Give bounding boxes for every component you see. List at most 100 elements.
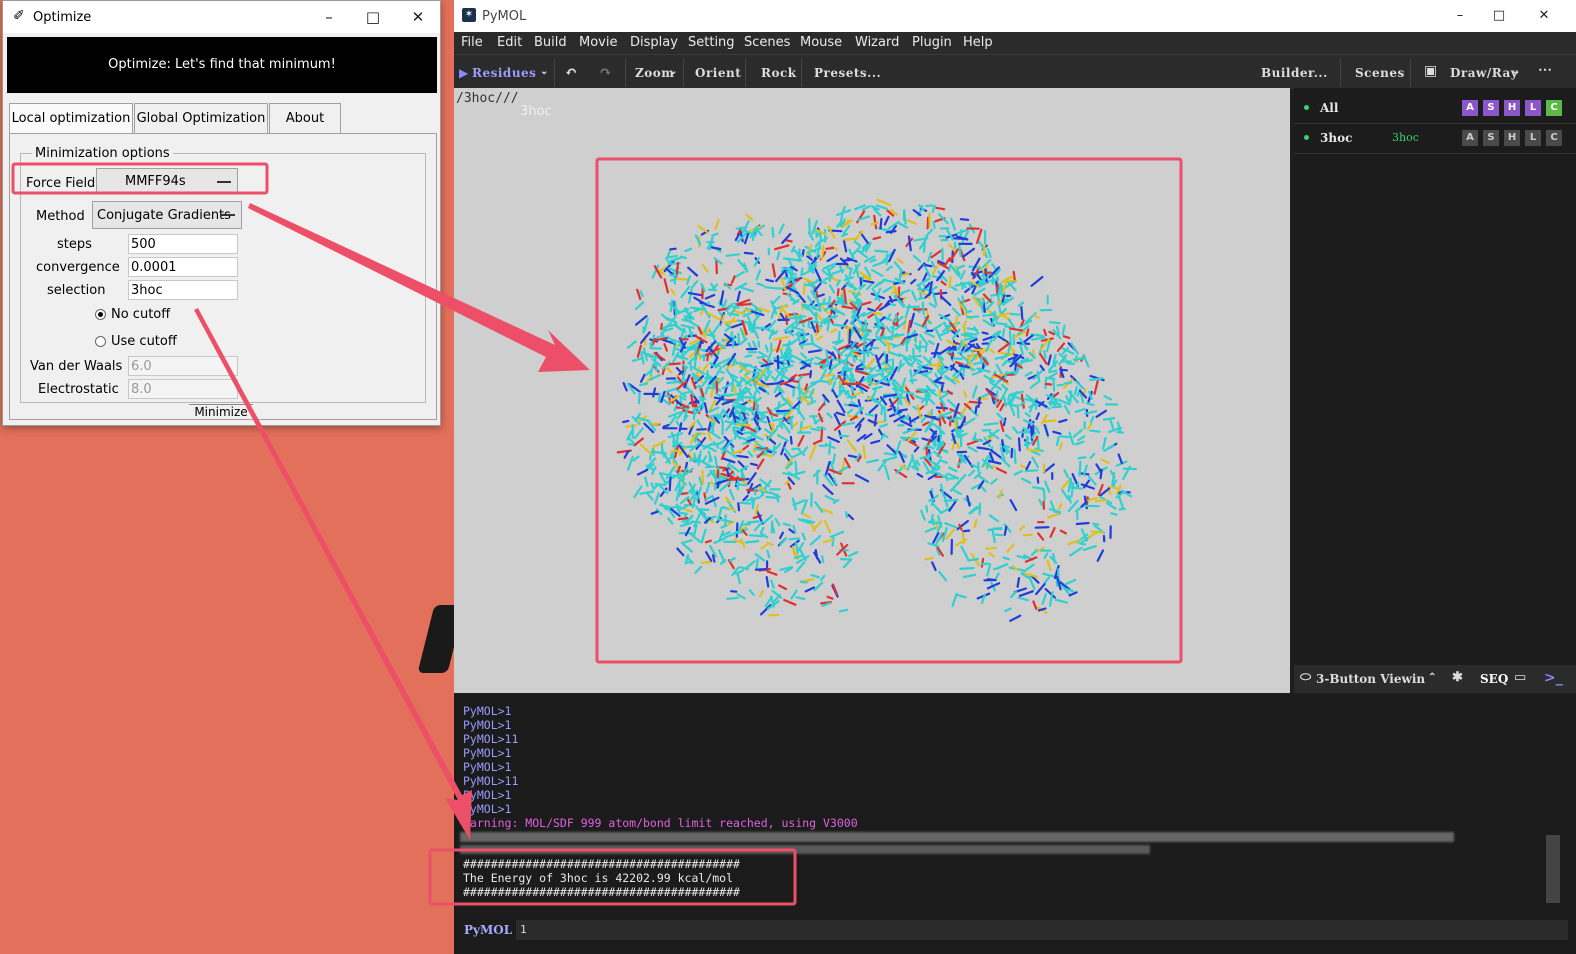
object-name[interactable]: 3hoc bbox=[1320, 131, 1352, 145]
mouse-mode-button[interactable]: 3-Button Viewin bbox=[1316, 672, 1425, 686]
minimize-window-icon[interactable]: – bbox=[1440, 4, 1480, 28]
menu-help[interactable]: Help bbox=[963, 35, 993, 50]
electrostatic-input[interactable]: 8.0 bbox=[128, 379, 238, 399]
undo-icon[interactable]: ↶ bbox=[565, 63, 578, 81]
bond-stick bbox=[832, 323, 847, 328]
enabled-indicator[interactable] bbox=[1304, 105, 1309, 110]
bond-stick bbox=[870, 268, 884, 277]
menu-wizard[interactable]: Wizard bbox=[855, 35, 899, 50]
method-dropdown[interactable]: Conjugate Gradients bbox=[92, 201, 242, 229]
console-scrollbar[interactable] bbox=[1546, 835, 1560, 903]
camera-icon[interactable]: ▣ bbox=[1424, 63, 1438, 79]
menu-build[interactable]: Build bbox=[534, 35, 567, 50]
menu-plugin[interactable]: Plugin bbox=[912, 35, 952, 50]
bond-stick bbox=[791, 452, 802, 459]
magic-wand-icon[interactable]: ✱ bbox=[1452, 670, 1463, 685]
chevron-down-icon[interactable]: ⌄ bbox=[540, 66, 549, 77]
close-window-icon[interactable]: ✕ bbox=[398, 5, 438, 29]
console-output: PyMOL>1 PyMOL>1 PyMOL>11 PyMOL>1 PyMOL>1… bbox=[454, 695, 1576, 917]
bond-stick bbox=[851, 347, 861, 353]
selection-input[interactable]: 3hoc bbox=[128, 280, 238, 300]
selection-mode-button[interactable]: Residues bbox=[472, 66, 536, 80]
menu-movie[interactable]: Movie bbox=[579, 35, 617, 50]
chevron-up-icon[interactable]: ⌃ bbox=[1428, 672, 1436, 683]
bond-stick bbox=[642, 347, 648, 362]
no-cutoff-radio[interactable] bbox=[95, 309, 106, 320]
menu-file[interactable]: File bbox=[461, 35, 483, 50]
seq-button[interactable]: SEQ bbox=[1480, 672, 1508, 686]
bond-stick bbox=[773, 336, 789, 341]
force-field-dropdown[interactable]: MMFF94s bbox=[96, 168, 238, 194]
color-button-c[interactable]: C bbox=[1546, 130, 1562, 146]
bond-stick bbox=[791, 545, 796, 557]
bond-stick bbox=[846, 266, 854, 271]
bond-stick bbox=[753, 448, 768, 452]
object-name[interactable]: All bbox=[1320, 101, 1338, 115]
bond-stick bbox=[880, 406, 884, 416]
menu-scenes[interactable]: Scenes bbox=[744, 35, 790, 50]
close-window-icon[interactable]: ✕ bbox=[1524, 4, 1564, 28]
tab-local-optimization[interactable]: Local optimization bbox=[9, 103, 133, 135]
bond-stick bbox=[688, 352, 696, 359]
menu-setting[interactable]: Setting bbox=[688, 35, 735, 50]
vdw-input[interactable]: 6.0 bbox=[128, 356, 238, 376]
chevron-down-icon[interactable]: ⌄ bbox=[669, 66, 678, 77]
movie-camera-icon[interactable]: ▭ bbox=[1514, 670, 1526, 685]
maximize-window-icon[interactable]: □ bbox=[353, 5, 393, 29]
menu-mouse[interactable]: Mouse bbox=[800, 35, 842, 50]
show-button-s[interactable]: S bbox=[1483, 100, 1499, 116]
object-row-all[interactable]: All A S H L C bbox=[1294, 93, 1576, 124]
bond-stick bbox=[986, 563, 992, 577]
action-button-a[interactable]: A bbox=[1462, 100, 1478, 116]
bond-stick bbox=[640, 373, 646, 383]
scenes-button[interactable]: Scenes bbox=[1355, 66, 1405, 80]
bond-stick bbox=[1094, 499, 1108, 503]
pymol-title-bar[interactable]: ✶ PyMOL – □ ✕ bbox=[454, 0, 1576, 32]
bond-stick bbox=[704, 465, 715, 469]
builder-button[interactable]: Builder... bbox=[1261, 66, 1328, 80]
redo-icon[interactable]: ↷ bbox=[599, 63, 612, 81]
presets-button[interactable]: Presets... bbox=[814, 66, 881, 80]
bond-stick bbox=[946, 399, 958, 409]
no-cutoff-label[interactable]: No cutoff bbox=[111, 307, 170, 322]
action-button-a[interactable]: A bbox=[1462, 130, 1478, 146]
tab-global-optimization[interactable]: Global Optimization bbox=[134, 103, 268, 134]
hide-button-h[interactable]: H bbox=[1504, 100, 1520, 116]
bond-stick bbox=[879, 217, 883, 230]
minimize-button[interactable]: Minimize bbox=[189, 404, 253, 417]
use-cutoff-label[interactable]: Use cutoff bbox=[111, 334, 177, 349]
convergence-input[interactable]: 0.0001 bbox=[128, 257, 238, 277]
bond-stick bbox=[952, 307, 961, 317]
optimize-title-bar[interactable]: ✐ Optimize – □ ✕ bbox=[3, 1, 440, 33]
bond-stick bbox=[698, 340, 702, 349]
tab-about[interactable]: About bbox=[269, 103, 341, 134]
minimize-window-icon[interactable]: – bbox=[309, 5, 349, 29]
maximize-window-icon[interactable]: □ bbox=[1479, 4, 1519, 28]
command-input[interactable]: 1 bbox=[516, 920, 1568, 940]
color-button-c[interactable]: C bbox=[1546, 100, 1562, 116]
bond-stick bbox=[966, 495, 971, 507]
object-row-3hoc[interactable]: 3hoc 3hoc A S H L C bbox=[1294, 123, 1576, 154]
use-cutoff-radio[interactable] bbox=[95, 336, 106, 347]
label-button-l[interactable]: L bbox=[1525, 100, 1541, 116]
show-button-s[interactable]: S bbox=[1483, 130, 1499, 146]
terminal-icon[interactable]: >_ bbox=[1544, 670, 1563, 686]
molecule-viewport[interactable]: /3hoc/// 3hoc bbox=[454, 88, 1290, 693]
bond-stick bbox=[971, 370, 983, 376]
bond-stick bbox=[743, 251, 754, 255]
bond-stick bbox=[751, 371, 760, 375]
chevron-down-icon[interactable]: ⌄ bbox=[1512, 66, 1521, 77]
enabled-indicator[interactable] bbox=[1304, 135, 1309, 140]
rock-button[interactable]: Rock bbox=[761, 66, 797, 80]
menu-display[interactable]: Display bbox=[630, 35, 678, 50]
menu-edit[interactable]: Edit bbox=[497, 35, 522, 50]
draw-ray-button[interactable]: Draw/Ray bbox=[1450, 66, 1518, 80]
bond-stick bbox=[882, 456, 898, 462]
bond-stick bbox=[1009, 614, 1022, 622]
steps-input[interactable]: 500 bbox=[128, 234, 238, 254]
label-button-l[interactable]: L bbox=[1525, 130, 1541, 146]
orient-button[interactable]: Orient bbox=[695, 66, 741, 80]
bond-stick bbox=[897, 286, 901, 300]
hide-button-h[interactable]: H bbox=[1504, 130, 1520, 146]
more-options-icon[interactable]: ⋯ bbox=[1538, 62, 1553, 78]
